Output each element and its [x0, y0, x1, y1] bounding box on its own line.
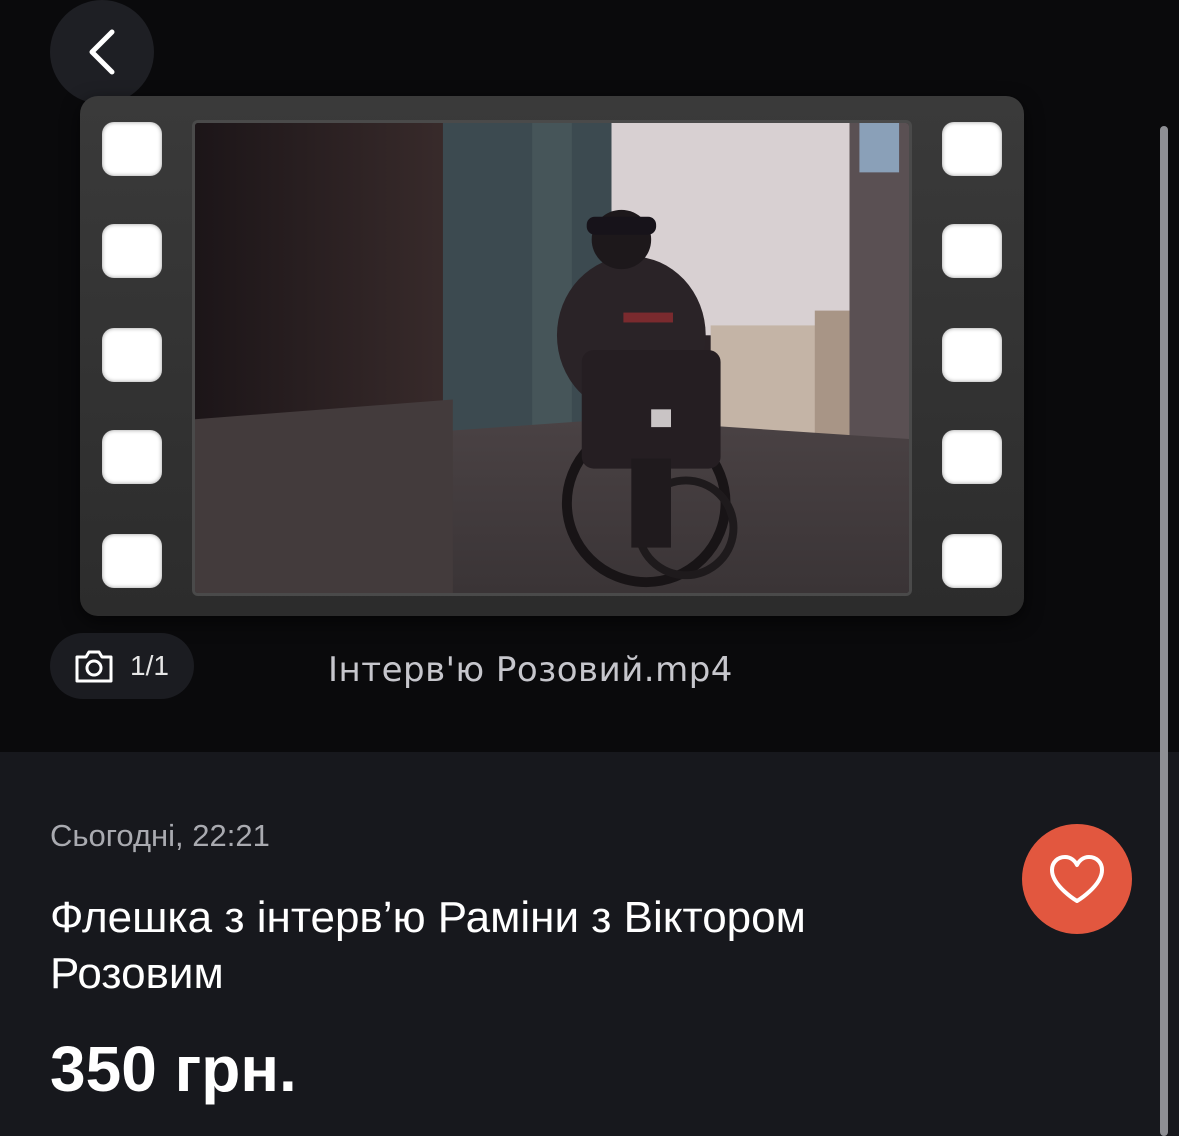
film-perforation	[102, 122, 162, 176]
listing-page: Інтерв'ю Розовий.mp4 1/1 Сьогодні, 22:21…	[0, 0, 1179, 1136]
film-perforation	[942, 224, 1002, 278]
video-filename: Інтерв'ю Розовий.mp4	[328, 650, 733, 690]
back-button[interactable]	[50, 0, 154, 104]
image-gallery[interactable]: Інтерв'ю Розовий.mp4 1/1	[0, 0, 1179, 752]
video-thumbnail[interactable]	[80, 96, 1024, 616]
film-perforation	[102, 430, 162, 484]
photo-counter-text: 1/1	[130, 650, 169, 681]
film-perforation	[942, 534, 1002, 588]
camera-icon	[75, 650, 113, 683]
scrollbar[interactable]	[1160, 126, 1168, 1136]
film-perforation	[102, 328, 162, 382]
film-perforation	[102, 224, 162, 278]
photo-counter-badge: 1/1	[50, 633, 194, 699]
listing-title: Флешка з інтерв’ю Раміни з Віктором Розо…	[50, 893, 806, 998]
video-frame	[192, 120, 912, 596]
listing-price: 350 грн.	[50, 1033, 297, 1105]
video-still-image	[195, 123, 909, 593]
heart-icon	[1050, 855, 1104, 903]
favorite-button[interactable]	[1022, 824, 1132, 934]
film-perforation	[942, 122, 1002, 176]
film-perforation	[102, 534, 162, 588]
listing-date: Сьогодні, 22:21	[50, 818, 270, 853]
chevron-left-icon	[89, 29, 115, 75]
film-perforation	[942, 328, 1002, 382]
film-perforation	[942, 430, 1002, 484]
